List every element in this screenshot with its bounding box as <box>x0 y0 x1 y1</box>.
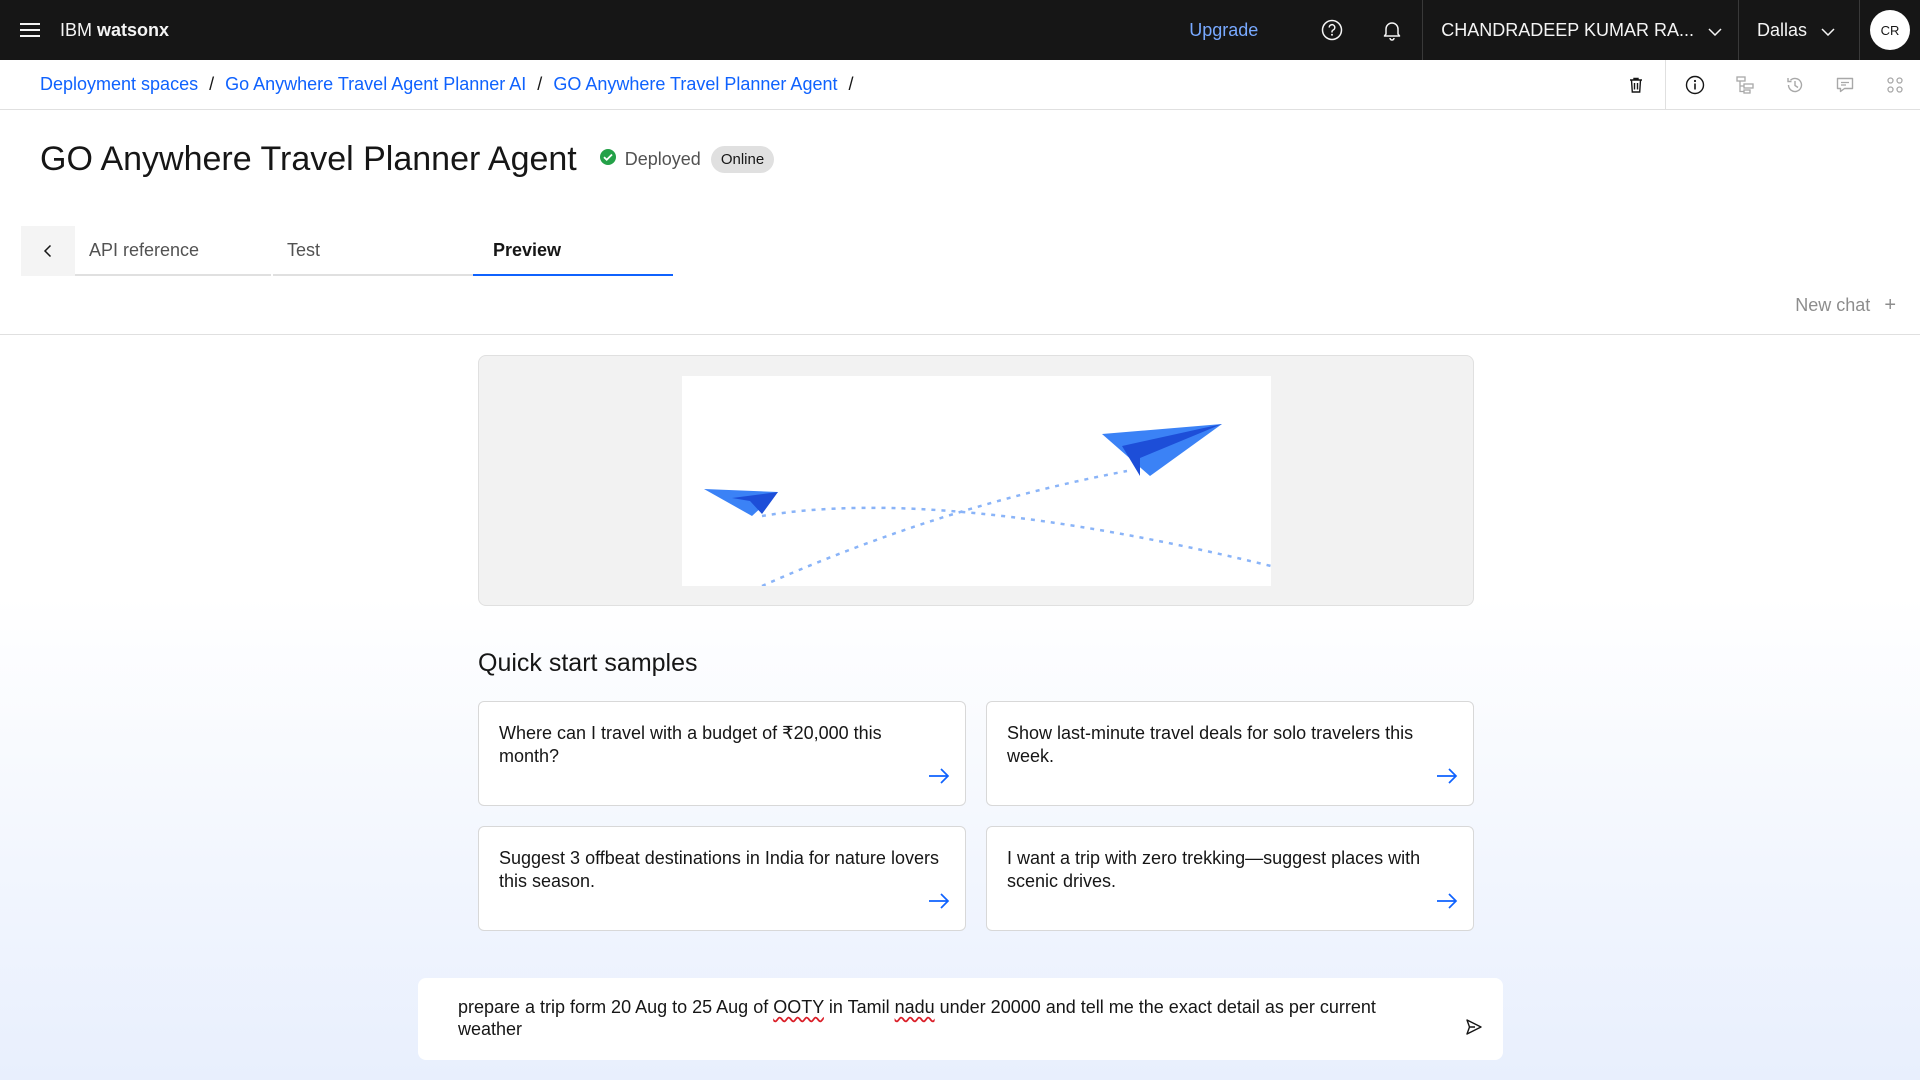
user-avatar-button[interactable]: CR <box>1860 0 1920 60</box>
arrow-right-icon <box>927 767 951 791</box>
page-header: GO Anywhere Travel Planner Agent Deploye… <box>40 140 775 179</box>
status-badge: Online <box>710 146 775 173</box>
tab-list: API reference Test Preview <box>21 226 673 276</box>
sample-prompt-card[interactable]: Suggest 3 offbeat destinations in India … <box>478 826 966 931</box>
sample-prompt-card[interactable]: Show last-minute travel deals for solo t… <box>986 701 1474 806</box>
toolbar-divider <box>1665 60 1666 110</box>
arrow-right-icon <box>927 892 951 916</box>
chevron-down-icon <box>1821 20 1835 41</box>
input-text-misspelled: OOTY <box>773 997 824 1017</box>
menu-icon[interactable] <box>0 0 60 60</box>
sample-prompt-text: Where can I travel with a budget of ₹20,… <box>499 723 882 766</box>
avatar: CR <box>1870 10 1910 50</box>
deployment-status: Deployed <box>599 148 701 171</box>
chat-message-input[interactable]: prepare a trip form 20 Aug to 25 Aug of … <box>418 978 1503 1060</box>
breadcrumb-separator: / <box>537 74 543 94</box>
notification-icon[interactable] <box>1362 0 1422 60</box>
chat-preview-area: Quick start samples Where can I travel w… <box>0 336 1920 1080</box>
checkmark-filled-icon <box>599 148 617 171</box>
account-switcher[interactable]: CHANDRADEEP KUMAR RA... <box>1422 0 1738 60</box>
chat-toolbar: New chat + <box>0 280 1920 335</box>
brand-name: watsonx <box>97 19 170 40</box>
tab-preview[interactable]: Preview <box>473 226 673 276</box>
breadcrumb-travel-planner-agent[interactable]: GO Anywhere Travel Planner Agent <box>553 74 837 95</box>
chevron-left-icon <box>43 244 52 258</box>
breadcrumb: Deployment spaces / Go Anywhere Travel A… <box>0 74 865 95</box>
region-name: Dallas <box>1756 19 1807 40</box>
send-icon <box>1466 1019 1482 1035</box>
sample-prompt-text: Show last-minute travel deals for solo t… <box>1007 723 1414 766</box>
tab-api-reference[interactable]: API reference <box>75 226 271 276</box>
trash-icon[interactable] <box>1611 60 1661 110</box>
input-text: prepare a trip form 20 Aug to 25 Aug of <box>458 997 774 1017</box>
help-icon[interactable] <box>1302 0 1362 60</box>
hero-banner <box>478 355 1474 606</box>
breadcrumb-separator: / <box>209 74 215 94</box>
breadcrumb-bar: Deployment spaces / Go Anywhere Travel A… <box>0 60 1920 110</box>
sample-prompt-text: I want a trip with zero trekking—suggest… <box>1007 848 1421 891</box>
breadcrumb-deployment-spaces[interactable]: Deployment spaces <box>40 74 198 95</box>
new-chat-button[interactable]: New chat + <box>1795 294 1896 317</box>
page-title: GO Anywhere Travel Planner Agent <box>40 140 577 178</box>
region-switcher[interactable]: Dallas <box>1737 0 1860 60</box>
upgrade-link[interactable]: Upgrade <box>1189 20 1258 41</box>
send-button[interactable] <box>1465 1018 1483 1041</box>
brand-prefix: IBM <box>60 19 98 40</box>
tab-test[interactable]: Test <box>273 226 473 276</box>
tree-view-icon[interactable] <box>1720 60 1770 110</box>
input-text: in Tamil <box>823 997 895 1017</box>
apps-icon[interactable] <box>1870 60 1920 110</box>
add-icon: + <box>1884 294 1896 316</box>
info-icon[interactable] <box>1670 60 1720 110</box>
new-chat-label: New chat <box>1795 295 1871 315</box>
chevron-down-icon <box>1708 20 1722 41</box>
brand-logo[interactable]: IBM watsonx <box>60 20 169 41</box>
breadcrumb-separator: / <box>848 74 854 94</box>
history-icon[interactable] <box>1770 60 1820 110</box>
sample-prompt-card[interactable]: Where can I travel with a budget of ₹20,… <box>478 701 966 806</box>
input-text-misspelled: nadu <box>894 997 935 1017</box>
sample-prompt-card[interactable]: I want a trip with zero trekking—suggest… <box>986 826 1474 931</box>
breadcrumb-travel-agent-planner-ai[interactable]: Go Anywhere Travel Agent Planner AI <box>225 74 526 95</box>
account-name: CHANDRADEEP KUMAR RA... <box>1441 19 1694 40</box>
status-label: Deployed <box>624 149 701 169</box>
top-navigation-bar: IBM watsonx Upgrade CHANDRADEEP KUMAR RA… <box>0 0 1920 60</box>
arrow-right-icon <box>1435 767 1459 791</box>
paper-plane-illustration <box>682 376 1271 586</box>
sample-prompt-text: Suggest 3 offbeat destinations in India … <box>499 848 939 891</box>
tab-scroll-left-button[interactable] <box>21 226 75 276</box>
comment-icon[interactable] <box>1820 60 1870 110</box>
quick-start-title: Quick start samples <box>478 649 698 677</box>
arrow-right-icon <box>1435 892 1459 916</box>
